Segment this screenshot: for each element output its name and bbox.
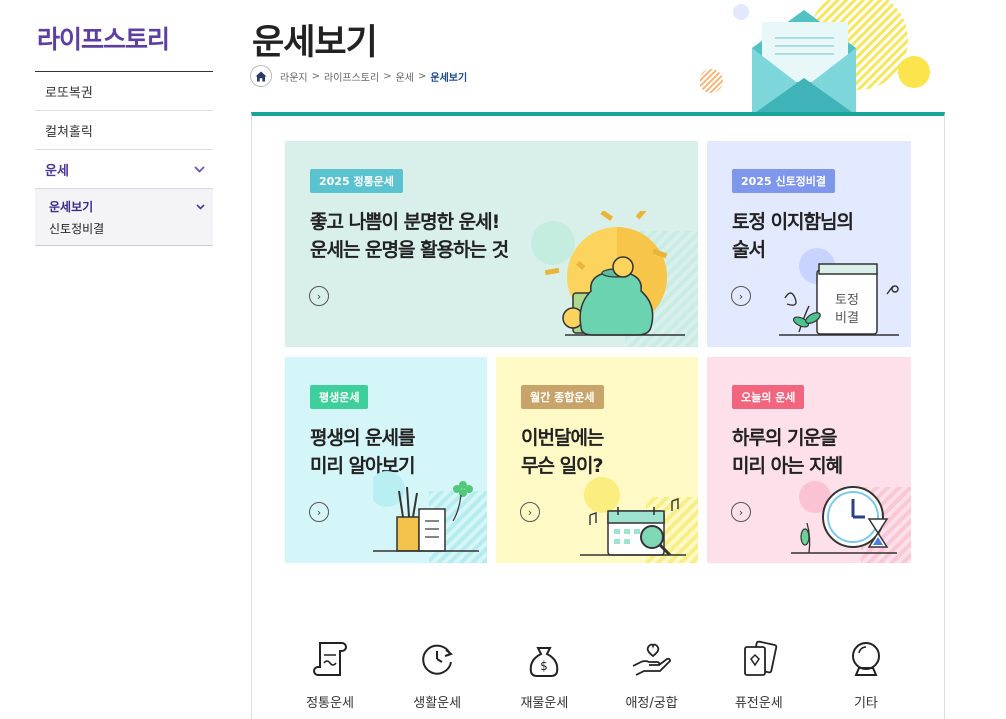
card-lifetime-fortune[interactable]: 평생운세 평생의 운세를 미리 알아보기 › [285,357,487,563]
card-title-line1: 토정 이지함님의 [732,211,854,233]
category-label: 생활운세 [413,696,462,711]
envelope-illustration [700,0,930,115]
sidebar-item-label: 컬쳐홀릭 [45,124,93,140]
sidebar-item-label: 운세 [45,163,69,179]
category-label: 퓨전운세 [734,696,783,711]
arrow-circle-icon: › [309,502,329,522]
sidebar-item-fortune[interactable]: 운세 [35,150,213,189]
breadcrumb-link[interactable]: 라이프스토리 [324,69,379,84]
book-title-line1: 토정 [835,293,859,308]
card-tojeong[interactable]: 2025 신토정비결 토정 이지함님의 술서 › 토정 비결 [707,141,911,347]
cards-icon [714,636,804,682]
page-title: 운세보기 [252,23,378,63]
svg-text:$: $ [541,659,549,673]
breadcrumb-separator: > [383,70,392,82]
card-title-line1: 좋고 나쁨이 분명한 운세! [310,211,500,233]
breadcrumb-link[interactable]: 라운지 [280,69,308,84]
category-etc[interactable]: 기타 [821,636,911,711]
arrow-circle-icon: › [731,286,751,306]
calendar-illustration [580,477,698,563]
heart-hand-icon [607,636,697,682]
category-life[interactable]: 생활운세 [392,636,482,711]
submenu-item-tojeong[interactable]: 신토정비결 [49,219,205,237]
breadcrumb: 라운지 > 라이프스토리 > 운세 > 운세보기 [250,65,467,87]
category-label: 재물운세 [520,696,569,711]
chevron-down-icon [196,200,205,213]
category-row: 정통운세 생활운세 $ 재물운세 애정/궁합 퓨전운세 기타 [285,636,911,711]
sidebar-submenu: 운세보기 신토정비결 [35,189,213,246]
sidebar-item-lotto[interactable]: 로또복권 [35,72,213,111]
crystal-ball-icon [821,636,911,682]
book-title-line2: 비결 [835,311,859,326]
pencil-cup-illustration [373,471,487,563]
card-title-line2: 술서 [732,239,766,261]
chevron-down-icon [194,163,205,176]
arrow-circle-icon: › [309,286,329,306]
submenu-item-label: 신토정비결 [49,221,105,236]
fortune-content: 2025 정통운세 좋고 나쁨이 분명한 운세! 운세는 운명을 활용하는 것 … [251,112,945,719]
category-fusion[interactable]: 퓨전운세 [714,636,804,711]
card-title-line1: 이번달에는 [521,427,604,449]
card-badge: 2025 신토정비결 [732,169,836,193]
category-wealth[interactable]: $ 재물운세 [499,636,589,711]
scroll-icon [285,636,375,682]
tojeong-book-illustration: 토정 비결 [779,248,899,336]
card-badge: 오늘의 운세 [732,385,805,409]
clock-hourglass-illustration [791,481,911,563]
page: 라이프스토리 로또복권 컬쳐홀릭 운세 운세보기 신토정비결 운세보기 라운지 … [0,0,1006,719]
submenu-item-label: 운세보기 [49,199,94,214]
cycle-clock-icon [392,636,482,682]
money-bag-icon: $ [499,636,589,682]
card-title-line2: 운세는 운명을 활용하는 것 [310,239,509,261]
breadcrumb-separator: > [418,70,427,82]
card-classic-fortune[interactable]: 2025 정통운세 좋고 나쁨이 분명한 운세! 운세는 운명을 활용하는 것 … [285,141,698,347]
arrow-circle-icon: › [520,502,540,522]
category-love[interactable]: 애정/궁합 [607,636,697,711]
sidebar-item-culture[interactable]: 컬쳐홀릭 [35,111,213,150]
category-label: 애정/궁합 [625,696,678,711]
submenu-item-fortune-view[interactable]: 운세보기 [49,197,205,215]
breadcrumb-current: 운세보기 [430,72,468,84]
category-label: 기타 [853,696,878,711]
home-icon[interactable] [250,65,272,87]
money-bag-illustration [531,211,698,347]
sidebar-title: 라이프스토리 [35,20,213,72]
category-classic[interactable]: 정통운세 [285,636,375,711]
arrow-circle-icon: › [731,502,751,522]
card-today-fortune[interactable]: 오늘의 운세 하루의 기운을 미리 아는 지혜 › [707,357,911,563]
card-title-line1: 하루의 기운을 [732,427,837,449]
card-monthly-fortune[interactable]: 월간 종합운세 이번달에는 무슨 일이? › [496,357,698,563]
breadcrumb-separator: > [311,70,320,82]
sidebar: 라이프스토리 로또복권 컬쳐홀릭 운세 운세보기 신토정비결 [35,20,213,246]
breadcrumb-link[interactable]: 운세 [396,69,414,84]
card-title-line1: 평생의 운세를 [310,427,415,449]
category-label: 정통운세 [306,696,354,711]
card-badge: 평생운세 [310,385,369,409]
sidebar-item-label: 로또복권 [45,85,93,101]
card-badge: 2025 정통운세 [310,169,403,193]
card-badge: 월간 종합운세 [521,385,604,409]
